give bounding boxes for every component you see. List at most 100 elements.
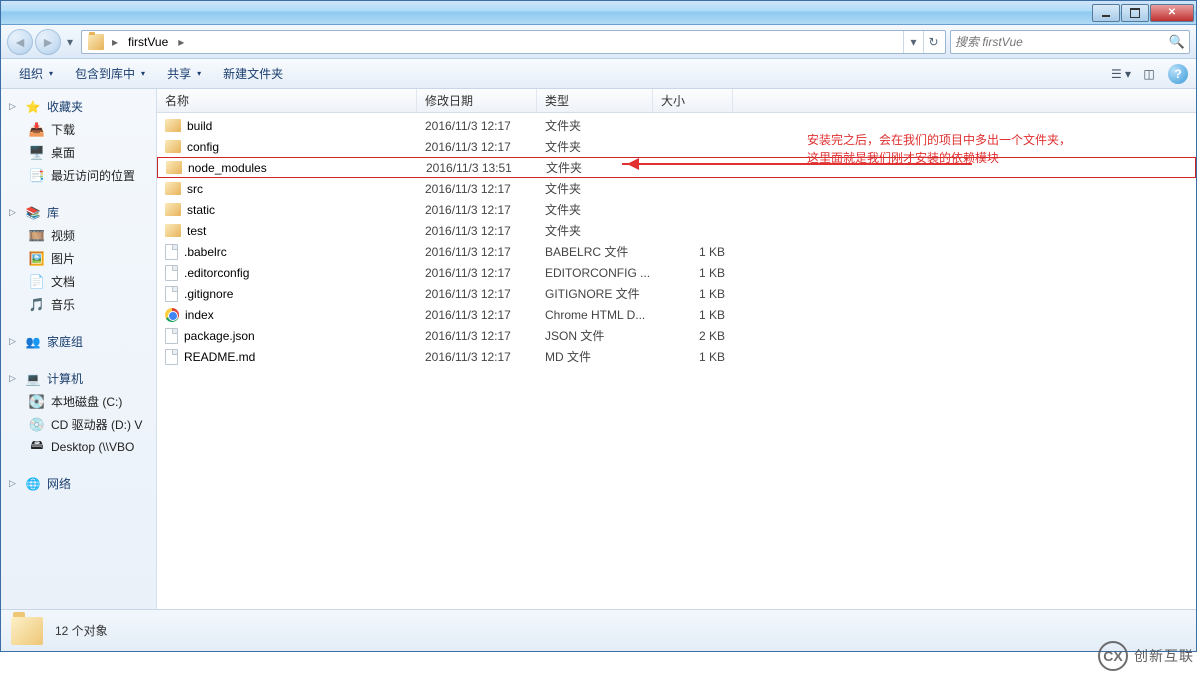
folder-icon [166,161,182,174]
toolbar: 组织 包含到库中 共享 新建文件夹 ☰ ▾ ◫ ? [1,59,1196,89]
file-size: 1 KB [653,245,733,259]
search-input[interactable] [955,35,1169,49]
nav-history-dropdown[interactable]: ▾ [63,29,77,55]
search-icon[interactable]: 🔍 [1169,34,1185,50]
file-type: Chrome HTML D... [537,308,653,322]
sidebar-item-downloads[interactable]: 📥下载 [1,118,156,141]
computer-icon: 💻 [25,371,41,387]
file-row[interactable]: index2016/11/3 12:17Chrome HTML D...1 KB [157,304,1196,325]
search-box[interactable]: 🔍 [950,30,1190,54]
file-date: 2016/11/3 12:17 [417,266,537,280]
sidebar-item-recent[interactable]: 📑最近访问的位置 [1,164,156,187]
file-type: 文件夹 [537,201,653,218]
sidebar-item-network-drive[interactable]: 🖴Desktop (\\VBO [1,436,156,458]
file-name: .gitignore [184,287,233,301]
annotation-text: 安装完之后，会在我们的项目中多出一个文件夹， 这里面就是我们刚才安装的依赖模块 [807,131,1071,167]
sidebar-homegroup[interactable]: ▷👥家庭组 [1,330,156,353]
chrome-icon [165,308,179,322]
watermark-text: 创新互联 [1134,646,1194,666]
new-folder-button[interactable]: 新建文件夹 [213,61,293,86]
refresh-button[interactable]: ↻ [923,31,943,53]
file-icon [165,265,178,281]
breadcrumb-segment[interactable]: firstVue [122,31,174,53]
sidebar-item-documents[interactable]: 📄文档 [1,270,156,293]
sidebar-network[interactable]: ▷🌐网络 [1,472,156,495]
music-icon: 🎵 [29,297,45,313]
breadcrumb[interactable]: ▸ firstVue ▸ ▾ ↻ [81,30,946,54]
file-row[interactable]: package.json2016/11/3 12:17JSON 文件2 KB [157,325,1196,346]
sidebar-favorites[interactable]: ▷⭐收藏夹 [1,95,156,118]
file-date: 2016/11/3 12:17 [417,308,537,322]
titlebar [1,1,1196,25]
homegroup-icon: 👥 [25,334,41,350]
folder-icon [165,140,181,153]
minimize-button[interactable] [1092,4,1120,22]
folder-icon [165,119,181,132]
file-icon [165,244,178,260]
nav-arrows: ◄ ► ▾ [7,29,77,55]
forward-button[interactable]: ► [35,29,61,55]
file-row[interactable]: .babelrc2016/11/3 12:17BABELRC 文件1 KB [157,241,1196,262]
share-menu[interactable]: 共享 [157,61,211,86]
column-header-size[interactable]: 大小 [653,89,733,112]
back-button[interactable]: ◄ [7,29,33,55]
file-date: 2016/11/3 12:17 [417,245,537,259]
file-type: 文件夹 [537,222,653,239]
file-list: build2016/11/3 12:17文件夹config2016/11/3 1… [157,113,1196,609]
sidebar-item-pictures[interactable]: 🖼️图片 [1,247,156,270]
chevron-right-icon[interactable]: ▸ [174,35,188,49]
sidebar-item-music[interactable]: 🎵音乐 [1,293,156,316]
star-icon: ⭐ [25,99,41,115]
breadcrumb-dropdown[interactable]: ▾ [903,31,923,53]
recent-icon: 📑 [29,168,45,184]
preview-pane-button[interactable]: ◫ [1136,63,1162,85]
drive-icon: 💽 [29,394,45,410]
file-row[interactable]: README.md 2016/11/3 12:17MD 文件1 KB [157,346,1196,367]
view-options-button[interactable]: ☰ ▾ [1108,63,1134,85]
file-date: 2016/11/3 12:17 [417,287,537,301]
column-header-name[interactable]: 名称 [157,89,417,112]
file-type: EDITORCONFIG ... [537,266,653,280]
file-date: 2016/11/3 12:17 [417,329,537,343]
downloads-icon: 📥 [29,122,45,138]
chevron-right-icon[interactable]: ▸ [108,35,122,49]
annotation-arrow [622,163,972,165]
folder-icon [11,617,43,645]
file-row[interactable]: static 2016/11/3 12:17文件夹 [157,199,1196,220]
file-date: 2016/11/3 12:17 [417,350,537,364]
include-library-menu[interactable]: 包含到库中 [65,61,155,86]
sidebar-item-drive-c[interactable]: 💽本地磁盘 (C:) [1,390,156,413]
file-type: MD 文件 [537,348,653,365]
sidebar-computer[interactable]: ▷💻计算机 [1,367,156,390]
netdrive-icon: 🖴 [29,439,45,455]
sidebar-item-videos[interactable]: 🎞️视频 [1,224,156,247]
file-icon [165,328,178,344]
folder-icon [165,203,181,216]
file-name: index [185,308,214,322]
file-name: src [187,182,203,196]
file-row[interactable]: test2016/11/3 12:17文件夹 [157,220,1196,241]
file-date: 2016/11/3 12:17 [417,182,537,196]
file-size: 1 KB [653,350,733,364]
file-type: 文件夹 [537,117,653,134]
file-type: 文件夹 [537,138,653,155]
file-row[interactable]: .gitignore2016/11/3 12:17GITIGNORE 文件1 K… [157,283,1196,304]
column-header-type[interactable]: 类型 [537,89,653,112]
close-button[interactable] [1150,4,1194,22]
file-row[interactable]: .editorconfig2016/11/3 12:17EDITORCONFIG… [157,262,1196,283]
folder-icon [165,224,181,237]
file-name: static [187,203,215,217]
organize-menu[interactable]: 组织 [9,61,63,86]
file-name: README.md [184,350,255,364]
file-size: 1 KB [653,266,733,280]
column-header-date[interactable]: 修改日期 [417,89,537,112]
file-date: 2016/11/3 12:17 [417,140,537,154]
file-row[interactable]: src2016/11/3 12:17文件夹 [157,178,1196,199]
file-date: 2016/11/3 12:17 [417,203,537,217]
sidebar-libraries[interactable]: ▷📚库 [1,201,156,224]
body: ▷⭐收藏夹 📥下载 🖥️桌面 📑最近访问的位置 ▷📚库 🎞️视频 🖼️图片 📄文… [1,89,1196,609]
sidebar-item-desktop[interactable]: 🖥️桌面 [1,141,156,164]
sidebar-item-drive-d[interactable]: 💿CD 驱动器 (D:) V [1,413,156,436]
help-button[interactable]: ? [1168,64,1188,84]
maximize-button[interactable] [1121,4,1149,22]
